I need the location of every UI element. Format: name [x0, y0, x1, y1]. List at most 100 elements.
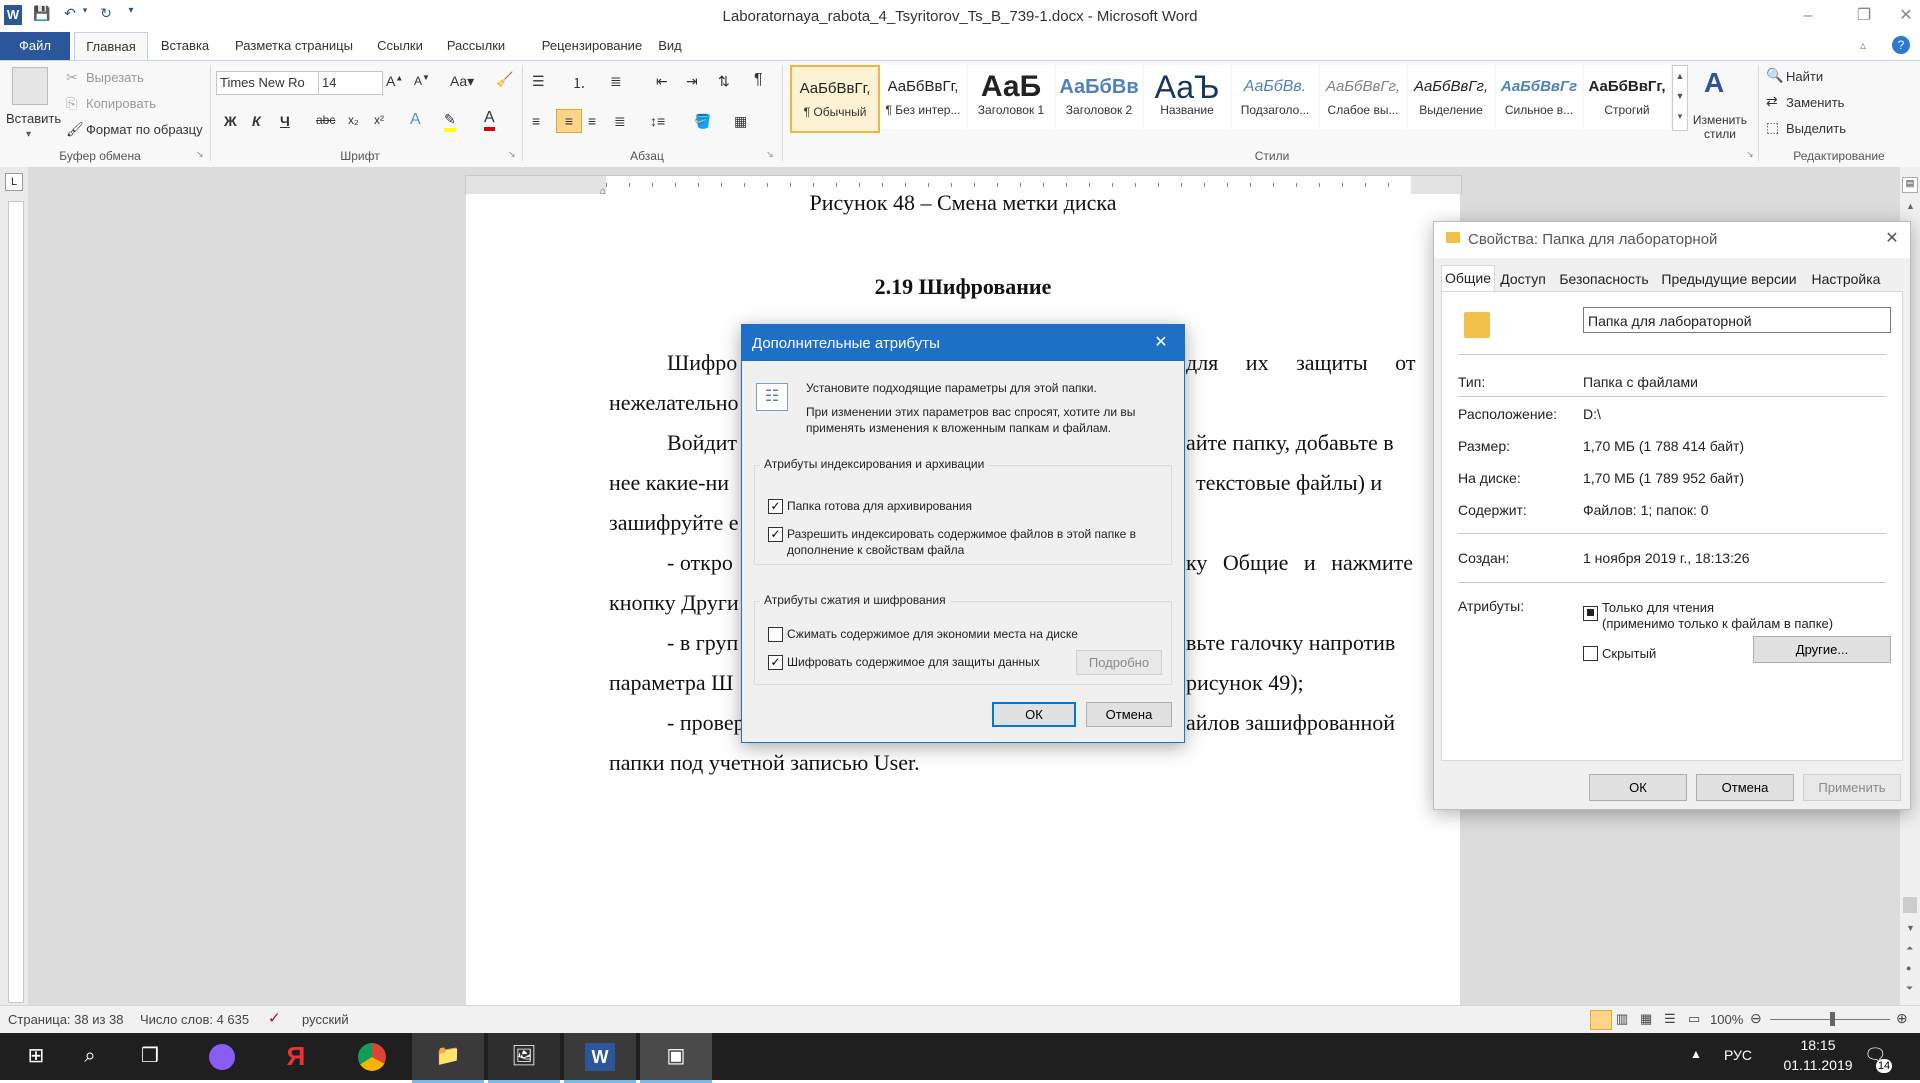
- dialog-ok-button[interactable]: ОК: [992, 702, 1076, 727]
- previous-page-icon[interactable]: ⏶: [1906, 943, 1913, 954]
- outline-icon[interactable]: ☰: [1664, 1011, 1676, 1027]
- style-emphasis[interactable]: АаБбВвГг, Выделение: [1408, 65, 1494, 129]
- superscript-icon[interactable]: x²: [374, 113, 384, 127]
- clear-formatting-icon[interactable]: 🧹: [496, 71, 513, 88]
- change-case-icon[interactable]: Aa▾: [450, 73, 474, 90]
- font-color-icon[interactable]: A: [484, 109, 495, 131]
- italic-icon[interactable]: К: [252, 113, 261, 129]
- align-center-icon[interactable]: ≡: [556, 109, 582, 133]
- help-icon[interactable]: ?: [1892, 36, 1910, 54]
- properties-window-icon[interactable]: ▣: [640, 1033, 712, 1083]
- change-styles-button[interactable]: Изменить стили: [1690, 113, 1750, 141]
- bold-icon[interactable]: Ж: [224, 113, 237, 129]
- grow-font-icon[interactable]: A▲: [386, 73, 403, 89]
- replace-button[interactable]: Заменить: [1786, 95, 1844, 110]
- photos-icon[interactable]: 🖼: [488, 1033, 560, 1083]
- dialog-close-icon[interactable]: ✕: [1146, 331, 1176, 355]
- word-taskbar-icon[interactable]: W: [564, 1033, 636, 1083]
- align-left-icon[interactable]: ≡: [532, 113, 540, 129]
- page-count[interactable]: Страница: 38 из 38: [8, 1012, 124, 1027]
- zoom-in-icon[interactable]: ⊕: [1896, 1010, 1908, 1027]
- zoom-level[interactable]: 100%: [1710, 1012, 1743, 1027]
- scroll-up-icon[interactable]: ▲: [1906, 201, 1915, 211]
- props-apply-button[interactable]: Применить: [1803, 774, 1901, 801]
- details-button[interactable]: Подробно: [1076, 650, 1162, 675]
- readonly-checkbox[interactable]: [1583, 606, 1598, 621]
- paragraph-launcher-icon[interactable]: ↘: [766, 149, 774, 160]
- browse-object-icon[interactable]: ●: [1906, 963, 1911, 973]
- underline-icon[interactable]: Ч: [280, 113, 290, 129]
- minimize-ribbon-icon[interactable]: ▵: [1860, 38, 1866, 52]
- tab-sharing[interactable]: Доступ: [1496, 267, 1550, 291]
- draft-icon[interactable]: ▭: [1688, 1011, 1700, 1027]
- font-name-input[interactable]: Times New Ro: [216, 71, 319, 95]
- full-screen-reading-icon[interactable]: ▥: [1616, 1011, 1628, 1027]
- input-language[interactable]: РУС: [1724, 1047, 1752, 1063]
- dialog-cancel-button[interactable]: Отмена: [1086, 702, 1172, 727]
- font-size-input[interactable]: 14: [318, 71, 383, 95]
- tab-insert[interactable]: Вставка: [150, 32, 220, 60]
- other-attributes-button[interactable]: Другие...: [1753, 636, 1891, 663]
- alice-assistant-icon[interactable]: [186, 1033, 258, 1080]
- task-view-icon[interactable]: ❒: [114, 1033, 186, 1080]
- style-subtitle[interactable]: АаБбВв. Подзаголо...: [1232, 65, 1318, 129]
- strikethrough-icon[interactable]: abc: [316, 113, 335, 127]
- bullets-icon[interactable]: ☰: [532, 73, 545, 90]
- props-close-icon[interactable]: ✕: [1880, 228, 1904, 248]
- shrink-font-icon[interactable]: A▼: [414, 73, 430, 88]
- styles-launcher-icon[interactable]: ↘: [1746, 149, 1754, 160]
- show-marks-icon[interactable]: ¶: [754, 71, 763, 89]
- style-intense-emphasis[interactable]: АаБбВвГг Сильное в...: [1496, 65, 1582, 129]
- scroll-down-icon[interactable]: ▼: [1906, 923, 1915, 933]
- style-strong[interactable]: АаБбВвГг, Строгий: [1584, 65, 1670, 129]
- align-right-icon[interactable]: ≡: [588, 113, 596, 129]
- tab-page-layout[interactable]: Разметка страницы: [226, 32, 362, 60]
- tab-previous-versions[interactable]: Предыдущие версии: [1658, 267, 1800, 291]
- clipboard-launcher-icon[interactable]: ↘: [196, 149, 204, 160]
- yandex-browser-icon[interactable]: Я: [260, 1033, 332, 1080]
- increase-indent-icon[interactable]: ⇥: [686, 73, 698, 90]
- style-subtle-emphasis[interactable]: АаБбВвГг, Слабое вы...: [1320, 65, 1406, 129]
- paste-icon[interactable]: [12, 67, 48, 105]
- index-checkbox[interactable]: ✓: [768, 527, 783, 542]
- justify-icon[interactable]: ≣: [614, 113, 626, 130]
- ruler-toggle-icon[interactable]: ▤: [1902, 177, 1918, 193]
- tab-home[interactable]: Главная: [74, 32, 148, 61]
- language-indicator[interactable]: русский: [302, 1012, 349, 1027]
- word-count[interactable]: Число слов: 4 635: [140, 1012, 249, 1027]
- tab-selector-icon[interactable]: L: [5, 173, 23, 191]
- style-normal[interactable]: АаБбВвГг, ¶ Обычный: [790, 65, 880, 133]
- shading-icon[interactable]: 🪣: [694, 113, 711, 130]
- paste-button[interactable]: Вставить: [6, 111, 61, 126]
- encrypt-checkbox[interactable]: ✓: [768, 655, 783, 670]
- font-launcher-icon[interactable]: ↘: [508, 149, 516, 160]
- tab-mailings[interactable]: Рассылки: [440, 32, 512, 60]
- text-effects-icon[interactable]: A: [410, 111, 421, 129]
- line-spacing-icon[interactable]: ↕≡: [650, 113, 665, 129]
- print-layout-icon[interactable]: [1590, 1010, 1612, 1030]
- minimize-icon[interactable]: –: [1780, 0, 1836, 32]
- props-ok-button[interactable]: ОК: [1589, 774, 1687, 801]
- web-layout-icon[interactable]: ▦: [1640, 1011, 1652, 1027]
- archive-checkbox[interactable]: ✓: [768, 499, 783, 514]
- maximize-icon[interactable]: ❐: [1836, 0, 1892, 32]
- tab-customize[interactable]: Настройка: [1804, 267, 1888, 291]
- compress-checkbox[interactable]: [768, 627, 783, 642]
- multilevel-list-icon[interactable]: ≣: [610, 73, 622, 90]
- tab-view[interactable]: Вид: [652, 32, 688, 60]
- props-cancel-button[interactable]: Отмена: [1696, 774, 1794, 801]
- style-heading-2[interactable]: АаБбВв Заголовок 2: [1056, 65, 1142, 129]
- tab-references[interactable]: Ссылки: [368, 32, 432, 60]
- zoom-out-icon[interactable]: ⊖: [1750, 1010, 1762, 1027]
- style-heading-1[interactable]: АаБ Заголовок 1: [968, 65, 1054, 129]
- style-no-spacing[interactable]: АаБбВвГг, ¶ Без интер...: [880, 65, 966, 129]
- paste-dropdown-icon[interactable]: ▾: [26, 129, 31, 140]
- sort-icon[interactable]: ⇅: [718, 73, 730, 90]
- chrome-icon[interactable]: [336, 1033, 408, 1080]
- highlight-icon[interactable]: ✎: [444, 111, 456, 132]
- tab-security[interactable]: Безопасность: [1554, 267, 1654, 291]
- proofing-icon[interactable]: ✓: [268, 1009, 281, 1027]
- borders-icon[interactable]: ▦: [734, 113, 747, 130]
- zoom-slider-thumb[interactable]: [1830, 1012, 1835, 1026]
- folder-name-input[interactable]: Папка для лабораторной: [1583, 307, 1891, 333]
